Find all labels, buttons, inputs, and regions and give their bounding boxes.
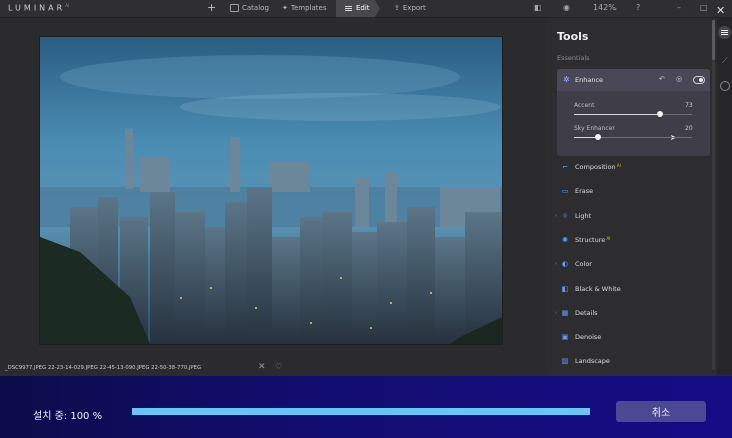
details-icon: ▦ xyxy=(561,308,569,317)
sky-enhancer-slider[interactable] xyxy=(574,134,692,140)
add-icon[interactable]: + xyxy=(207,1,216,14)
folder-icon xyxy=(230,4,239,12)
tools-panel: Tools Essentials ✲ Enhance ↶ ◎ Accent 73… xyxy=(547,18,717,375)
presets-icon[interactable]: ◎ xyxy=(676,75,682,83)
enhance-label: Enhance xyxy=(575,76,604,84)
section-label: Essentials xyxy=(557,54,590,62)
file-name: _DSC9977.JPEG 22-23-14-029.JPEG 22-45-13… xyxy=(5,365,202,371)
close-window-icon[interactable]: ✕ xyxy=(716,4,725,17)
color-drops-icon: ◐ xyxy=(561,260,569,269)
enhance-icon: ✲ xyxy=(563,75,570,84)
tool-item[interactable]: ◧ Black & White xyxy=(557,283,707,297)
denoise-icon: ▣ xyxy=(561,333,569,342)
progress-track xyxy=(132,408,590,415)
maximize-icon[interactable]: □ xyxy=(700,3,708,12)
right-rail: ⟋ xyxy=(717,18,732,375)
tool-label: Black & White xyxy=(575,284,621,293)
brush-icon[interactable]: ⟋ xyxy=(722,56,728,66)
close-icon[interactable]: ✕ xyxy=(258,362,266,372)
chevron-right-icon[interactable]: › xyxy=(555,261,557,267)
help-icon[interactable]: ? xyxy=(636,3,640,12)
tool-item[interactable]: ✺ Structure AI xyxy=(557,234,707,248)
panel-scrollbar[interactable] xyxy=(712,20,715,370)
chevron-right-icon[interactable]: › xyxy=(555,310,557,316)
tool-label: Light xyxy=(575,211,592,220)
tools-icon[interactable] xyxy=(718,26,731,39)
bw-icon: ◧ xyxy=(561,284,569,293)
heart-icon[interactable]: ♡ xyxy=(275,362,282,371)
tool-label: Composition AI xyxy=(575,163,621,171)
eye-icon[interactable]: ◉ xyxy=(563,3,570,12)
ai-badge: AI xyxy=(605,235,611,241)
tool-item[interactable]: ▭ Erase xyxy=(557,185,707,199)
export-icon: ⇪ xyxy=(394,4,400,12)
reset-icon[interactable]: ↶ xyxy=(659,75,665,83)
tool-item[interactable]: ▨ Landscape xyxy=(557,355,707,369)
tool-label: Color xyxy=(575,260,592,269)
tool-item[interactable]: ▣ Denoise xyxy=(557,331,707,345)
eraser-icon: ▭ xyxy=(561,187,569,196)
enhance-tool[interactable]: ✲ Enhance ↶ ◎ Accent 73 ➤ Sky Enhancer 2… xyxy=(557,69,710,156)
edit-tab[interactable]: Edit xyxy=(336,0,380,17)
tool-item[interactable]: › ◐ Color xyxy=(555,258,707,272)
tool-label: Erase xyxy=(575,187,594,196)
cancel-button[interactable]: 취소 xyxy=(616,401,706,422)
enhance-header[interactable]: ✲ Enhance ↶ ◎ xyxy=(557,69,710,91)
tool-item[interactable]: ⌐ Composition AI xyxy=(557,161,707,175)
accent-fill xyxy=(574,114,661,115)
tool-label: Details xyxy=(575,308,598,317)
image-workspace: _DSC9977.JPEG 22-23-14-029.JPEG 22-45-13… xyxy=(0,18,547,375)
export-tab[interactable]: ⇪ Export xyxy=(394,4,426,12)
sky-enhancer-value: 20 xyxy=(685,125,693,132)
toggle-knob xyxy=(699,78,703,82)
sky-enhancer-label: Sky Enhancer xyxy=(574,125,615,132)
progress-fill xyxy=(132,408,590,415)
ai-badge: AI xyxy=(615,163,621,168)
tool-label: Structure AI xyxy=(575,235,611,244)
install-progress-bar: 설치 중: 100 % 취소 xyxy=(0,376,732,438)
city-photo xyxy=(40,37,502,344)
install-status: 설치 중: 100 % xyxy=(33,411,103,422)
templates-icon: ✦ xyxy=(282,4,288,12)
scroll-thumb[interactable] xyxy=(712,20,715,60)
history-icon[interactable] xyxy=(720,81,730,91)
accent-value: 73 xyxy=(685,102,693,109)
tool-item[interactable]: › ▦ Details xyxy=(555,307,707,321)
panel-title: Tools xyxy=(557,30,589,43)
top-bar: LUMINARAI + Catalog ✦ Templates Edit ⇪ Exp… xyxy=(0,0,732,18)
tool-label: Landscape xyxy=(575,357,610,366)
compare-icon[interactable]: ◧ xyxy=(534,3,542,12)
templates-tab[interactable]: ✦ Templates xyxy=(282,4,326,12)
visibility-toggle[interactable] xyxy=(693,76,705,84)
filmstrip-bar: _DSC9977.JPEG 22-23-14-029.JPEG 22-45-13… xyxy=(0,360,547,375)
landscape-icon: ▨ xyxy=(561,357,569,366)
chevron-down-icon[interactable]: ⌄ xyxy=(613,5,618,12)
crop-icon: ⌐ xyxy=(562,163,568,171)
accent-slider[interactable] xyxy=(574,111,692,117)
accent-label: Accent xyxy=(574,102,595,109)
chevron-right-icon[interactable]: › xyxy=(555,213,557,219)
sky-enhancer-knob[interactable] xyxy=(594,134,601,140)
tool-label: Denoise xyxy=(575,333,602,342)
app-logo: LUMINARAI xyxy=(8,3,70,13)
accent-knob[interactable] xyxy=(657,111,664,117)
sparkle-icon: ✺ xyxy=(562,235,568,244)
sun-icon: ☼ xyxy=(561,211,569,220)
photo-canvas[interactable] xyxy=(39,36,503,345)
catalog-tab[interactable]: Catalog xyxy=(230,4,269,12)
edit-icon xyxy=(345,6,352,7)
minimize-icon[interactable]: – xyxy=(677,3,681,12)
tool-item[interactable]: › ☼ Light xyxy=(555,210,707,224)
